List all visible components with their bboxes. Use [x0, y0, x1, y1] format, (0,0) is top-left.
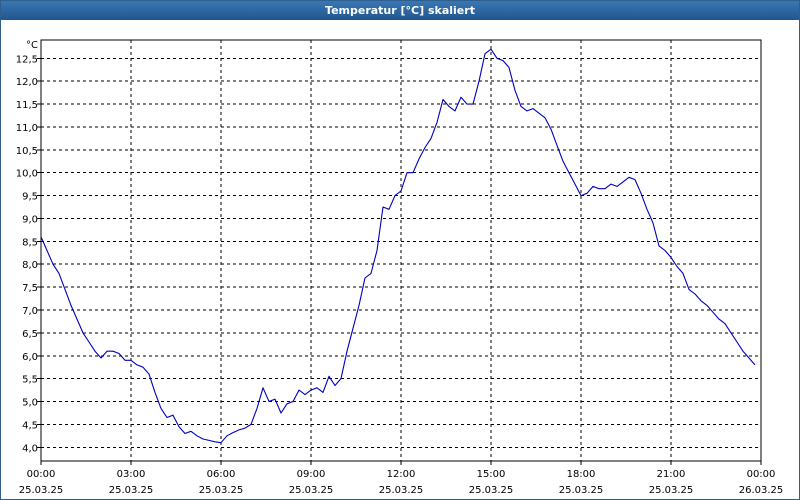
y-tick-label: 10,0	[16, 169, 38, 180]
x-tick-date-label: 25.03.25	[559, 485, 604, 496]
y-tick-label: 4,5	[22, 420, 38, 431]
y-tick-label: 12,0	[16, 77, 38, 88]
x-tick-time-label: 00:00	[27, 469, 56, 480]
y-tick-label: 6,0	[22, 352, 38, 363]
x-tick-date-label: 25.03.25	[199, 485, 244, 496]
x-tick-time-label: 09:00	[297, 469, 326, 480]
y-tick-label: 7,0	[22, 306, 38, 317]
y-tick-label: 8,5	[22, 237, 38, 248]
x-tick-time-label: 06:00	[207, 469, 236, 480]
y-axis-unit-label: °C	[26, 40, 38, 51]
x-tick-time-label: 15:00	[477, 469, 506, 480]
x-tick-time-label: 12:00	[387, 469, 416, 480]
y-tick-label: 5,5	[22, 375, 38, 386]
x-tick-date-label: 25.03.25	[109, 485, 154, 496]
y-tick-label: 9,5	[22, 192, 38, 203]
x-tick-time-label: 03:00	[117, 469, 146, 480]
x-tick-date-label: 25.03.25	[289, 485, 334, 496]
y-tick-label: 5,0	[22, 398, 38, 409]
y-tick-label: 10,5	[16, 146, 38, 157]
y-tick-label: 7,5	[22, 283, 38, 294]
window-title: Temperatur [°C] skaliert	[1, 1, 799, 20]
x-tick-date-label: 25.03.25	[19, 485, 64, 496]
y-tick-label: 9,0	[22, 214, 38, 225]
y-tick-label: 11,0	[16, 123, 38, 134]
y-tick-label: 4,0	[22, 443, 38, 454]
x-tick-time-label: 21:00	[657, 469, 686, 480]
x-tick-date-label: 26.03.25	[739, 485, 784, 496]
x-tick-date-label: 25.03.25	[379, 485, 424, 496]
y-tick-label: 12,5	[16, 54, 38, 65]
temperature-series-line	[40, 48, 756, 444]
y-tick-label: 8,0	[22, 260, 38, 271]
x-tick-date-label: 25.03.25	[649, 485, 694, 496]
x-tick-date-label: 25.03.25	[469, 485, 514, 496]
chart-window: Temperatur [°C] skaliert 4,0 4,5 5,0 5,5 6,0…	[0, 0, 800, 500]
temperature-chart: 4,0 4,5 5,0 5,5 6,0 6,5 7,0 7,5 8,0 8,5 9,0 9,5 10,0…	[16, 39, 784, 496]
y-tick-label: 11,5	[16, 100, 38, 111]
x-tick-time-label: 18:00	[567, 469, 596, 480]
y-tick-label: 6,5	[22, 329, 38, 340]
x-tick-time-label: 00:00	[747, 469, 776, 480]
